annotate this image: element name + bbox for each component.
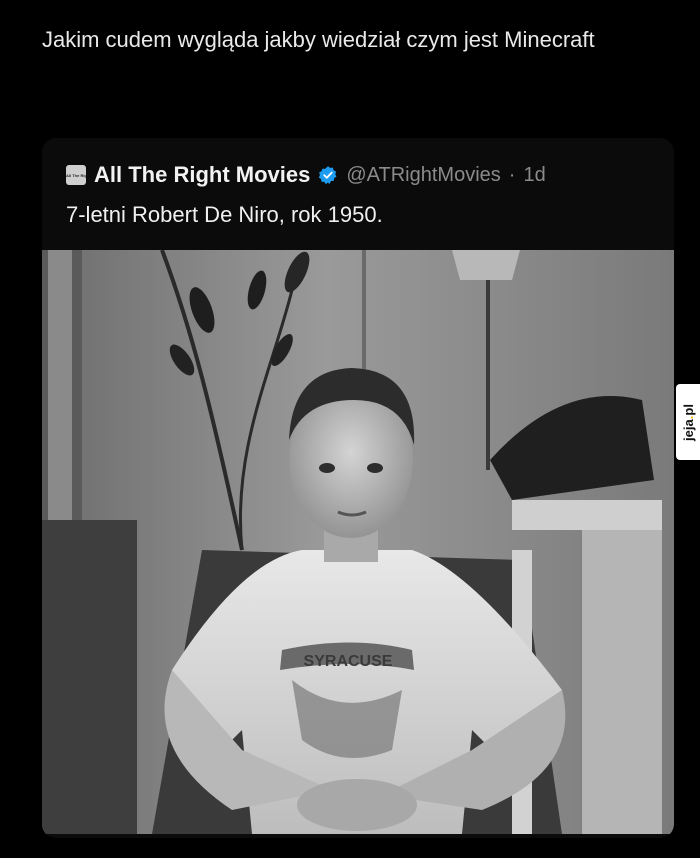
account-avatar[interactable]: All The Right Movies <box>66 165 86 185</box>
avatar-text: All The Right Movies <box>66 172 86 178</box>
tweet-header: All The Right Movies All The Right Movie… <box>66 160 546 190</box>
watermark-tld-text: pl <box>680 403 696 416</box>
shirt-print-text: SYRACUSE <box>304 653 393 670</box>
tweet-timestamp[interactable]: 1d <box>523 164 545 187</box>
verified-badge-icon <box>319 166 337 185</box>
embedded-tweet-card[interactable]: All The Right Movies All The Right Movie… <box>42 138 674 838</box>
jeja-watermark: jeja.pl <box>676 384 700 460</box>
tweet-photo[interactable]: SYRACUSE <box>42 250 674 834</box>
post-caption: Jakim cudem wygląda jakby wiedział czym … <box>42 27 595 52</box>
account-handle[interactable]: @ATRightMovies <box>346 164 500 187</box>
account-display-name[interactable]: All The Right Movies <box>94 162 310 188</box>
tweet-text: 7-letni Robert De Niro, rok 1950. <box>66 202 383 227</box>
header-separator: · <box>508 163 516 186</box>
watermark-main-text: jeja <box>680 418 696 441</box>
